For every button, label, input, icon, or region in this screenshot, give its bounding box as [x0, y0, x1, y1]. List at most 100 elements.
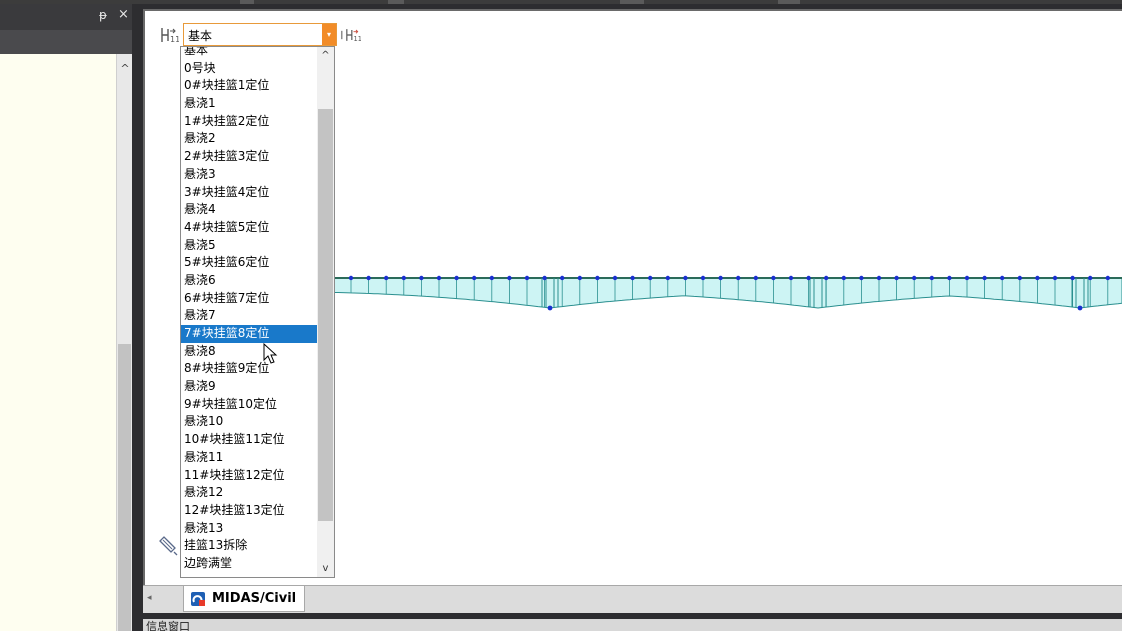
- stage-prev-icon[interactable]: 11: [159, 25, 179, 45]
- tab-scroll-left-icon[interactable]: ◂: [147, 593, 152, 603]
- dropdown-item[interactable]: 3#块挂篮4定位: [181, 184, 317, 202]
- toolbar-fragment: [778, 0, 800, 4]
- dropdown-item[interactable]: 9#块挂篮10定位: [181, 396, 317, 414]
- dropdown-item[interactable]: 4#块挂篮5定位: [181, 219, 317, 237]
- dropdown-item[interactable]: 边跨满堂: [181, 555, 317, 573]
- node-point[interactable]: [348, 275, 354, 281]
- node-point[interactable]: [947, 275, 952, 281]
- node-point[interactable]: [630, 275, 635, 281]
- close-icon[interactable]: ×: [118, 8, 129, 22]
- stage-dropdown-list[interactable]: 基本 0号块 0#块挂篮1定位 悬浇1 1#块挂篮2定位 悬浇2 2#块挂篮3定位 悬浇3 3#…: [180, 46, 335, 578]
- node-point[interactable]: [964, 275, 970, 281]
- node-point[interactable]: [718, 275, 723, 281]
- node-point[interactable]: [648, 275, 653, 281]
- tab-midas-civil[interactable]: MIDAS/Civil: [183, 586, 306, 612]
- support-node[interactable]: [1077, 305, 1083, 311]
- node-point[interactable]: [507, 275, 512, 281]
- node-point[interactable]: [876, 275, 882, 281]
- dropdown-item[interactable]: 悬浇1: [181, 95, 317, 113]
- node-point[interactable]: [824, 275, 829, 281]
- node-point[interactable]: [524, 275, 530, 281]
- dropdown-item[interactable]: 悬浇13: [181, 520, 317, 538]
- dropdown-item[interactable]: 悬浇4: [181, 201, 317, 219]
- node-point[interactable]: [612, 275, 618, 281]
- node-point[interactable]: [454, 275, 459, 281]
- node-point[interactable]: [595, 275, 600, 281]
- node-point[interactable]: [384, 275, 389, 281]
- dropdown-item[interactable]: 8#块挂篮9定位: [181, 360, 317, 378]
- support-node[interactable]: [547, 305, 553, 311]
- node-point[interactable]: [982, 275, 987, 281]
- dropdown-item[interactable]: 悬浇2: [181, 130, 317, 148]
- scrollbar-thumb[interactable]: [318, 109, 333, 521]
- dropdown-item[interactable]: 0#块挂篮1定位: [181, 77, 317, 95]
- stage-next-icon[interactable]: 11: [341, 25, 361, 45]
- girder-section[interactable]: [334, 277, 1122, 309]
- pin-icon[interactable]: ᵽ: [99, 8, 107, 22]
- node-point[interactable]: [736, 275, 741, 281]
- node-point[interactable]: [472, 275, 477, 281]
- node-point[interactable]: [489, 275, 494, 281]
- dropdown-item[interactable]: 10#块挂篮11定位: [181, 431, 317, 449]
- dropdown-item[interactable]: 6#块挂篮7定位: [181, 290, 317, 308]
- node-point[interactable]: [1017, 275, 1022, 281]
- dropdown-item[interactable]: 基本: [181, 47, 317, 60]
- scrollbar-thumb[interactable]: [118, 344, 131, 631]
- scroll-up-icon[interactable]: ^: [317, 50, 334, 61]
- scroll-up-icon[interactable]: ^: [117, 62, 133, 75]
- node-point[interactable]: [841, 275, 846, 281]
- node-point[interactable]: [929, 275, 934, 281]
- node-point[interactable]: [859, 275, 864, 281]
- tree-panel-toolbar: [0, 30, 138, 54]
- node-point[interactable]: [419, 275, 424, 281]
- node-point[interactable]: [1088, 275, 1093, 281]
- node-point[interactable]: [1052, 275, 1058, 281]
- toolbar-fragment: [388, 0, 404, 4]
- node-point[interactable]: [700, 275, 706, 281]
- node-point[interactable]: [366, 275, 371, 281]
- node-point[interactable]: [577, 275, 582, 281]
- node-point[interactable]: [1000, 275, 1005, 281]
- node-point[interactable]: [683, 275, 688, 281]
- dropdown-item[interactable]: 12#块挂篮13定位: [181, 502, 317, 520]
- dropdown-item[interactable]: 7#块挂篮8定位: [181, 325, 317, 343]
- node-point[interactable]: [788, 275, 794, 281]
- node-point[interactable]: [771, 275, 776, 281]
- dropdown-scrollbar[interactable]: ^ v: [317, 47, 334, 577]
- dropdown-item[interactable]: 11#块挂篮12定位: [181, 467, 317, 485]
- dropdown-item[interactable]: 悬浇10: [181, 413, 317, 431]
- dropdown-item[interactable]: 悬浇9: [181, 378, 317, 396]
- dropdown-item[interactable]: 悬浇8: [181, 343, 317, 361]
- dropdown-item[interactable]: 1#块挂篮2定位: [181, 113, 317, 131]
- tree-panel-scrollbar[interactable]: ^: [116, 54, 132, 631]
- node-point[interactable]: [806, 275, 811, 281]
- node-point[interactable]: [1105, 275, 1110, 281]
- dropdown-item[interactable]: 2#块挂篮3定位: [181, 148, 317, 166]
- node-point[interactable]: [912, 275, 917, 281]
- node-point[interactable]: [894, 275, 899, 281]
- dropdown-item[interactable]: 悬浇3: [181, 166, 317, 184]
- node-point[interactable]: [542, 275, 547, 281]
- node-point[interactable]: [1035, 275, 1040, 281]
- dropdown-item[interactable]: 悬浇6: [181, 272, 317, 290]
- scroll-down-icon[interactable]: v: [317, 563, 334, 574]
- panel-divider[interactable]: [132, 4, 138, 631]
- dropdown-item[interactable]: 0号块: [181, 60, 317, 78]
- node-point[interactable]: [436, 275, 442, 281]
- dropdown-item[interactable]: 悬浇12: [181, 484, 317, 502]
- node-point[interactable]: [665, 275, 670, 281]
- dropdown-item[interactable]: 悬浇11: [181, 449, 317, 467]
- node-point[interactable]: [560, 275, 565, 281]
- dropdown-item[interactable]: 挂篮13拆除: [181, 537, 317, 555]
- node-point[interactable]: [1070, 275, 1075, 281]
- dropdown-item[interactable]: 5#块挂篮6定位: [181, 254, 317, 272]
- dropdown-item[interactable]: 悬浇5: [181, 237, 317, 255]
- dropdown-item[interactable]: 悬浇7: [181, 307, 317, 325]
- bridge-model[interactable]: [334, 268, 1122, 328]
- chevron-down-icon[interactable]: ▾: [322, 24, 336, 45]
- node-point[interactable]: [753, 275, 758, 281]
- message-window-title: 信息窗口: [143, 619, 1122, 631]
- node-point[interactable]: [401, 275, 406, 281]
- paperclip-icon[interactable]: [157, 535, 179, 557]
- construction-stage-combo[interactable]: 基本 ▾: [183, 23, 337, 46]
